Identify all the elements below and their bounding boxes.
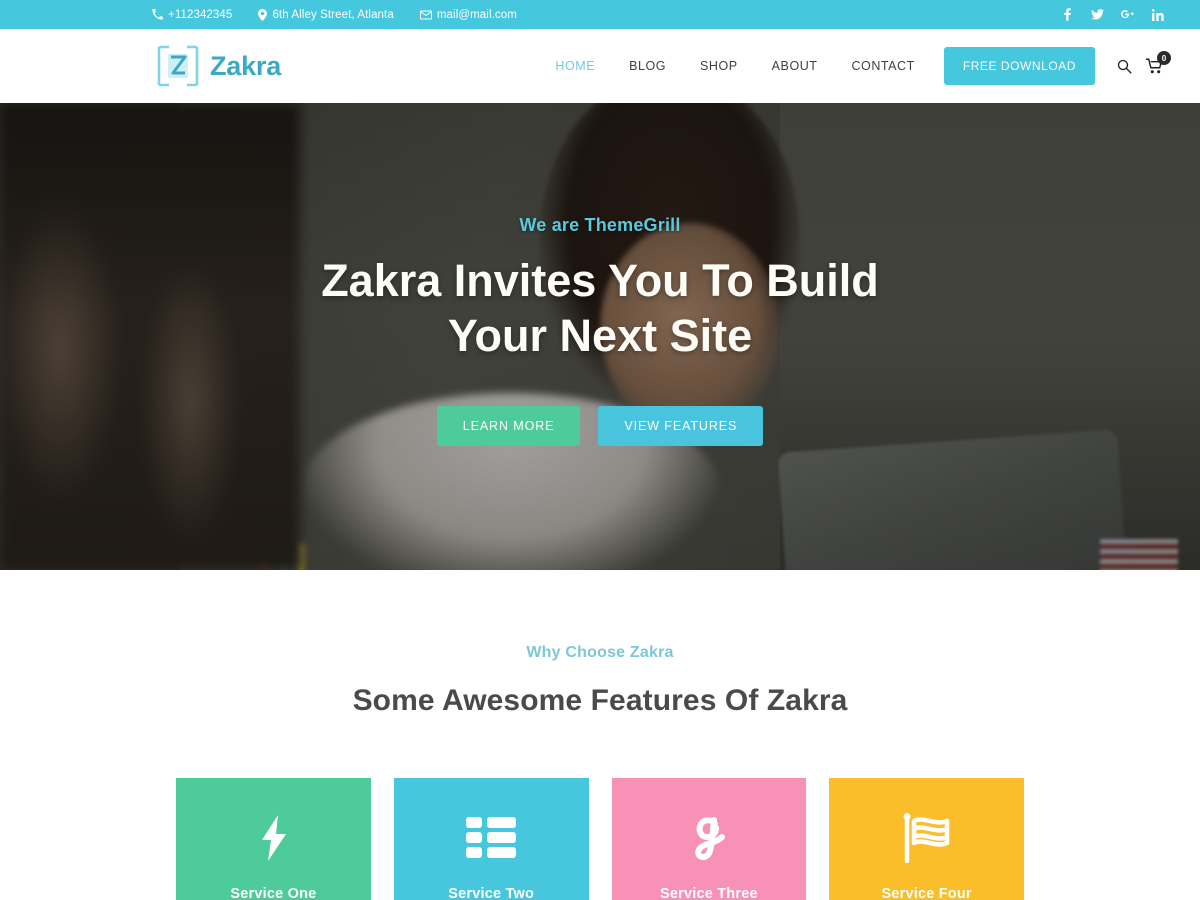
hero-title: Zakra Invites You To Build Your Next Sit…: [321, 255, 879, 361]
phone-icon: [152, 9, 163, 20]
free-download-button[interactable]: FREE DOWNLOAD: [943, 47, 1095, 85]
top-bar: +112342345 6th Alley Street, Atlanta mai…: [0, 0, 1200, 29]
hero-eyebrow: We are ThemeGrill: [519, 215, 681, 235]
top-bar-contact-group: +112342345 6th Alley Street, Atlanta mai…: [152, 8, 517, 21]
nav-item-home[interactable]: HOME: [538, 59, 612, 73]
list-icon: [466, 812, 517, 864]
view-features-button[interactable]: VIEW FEATURES: [598, 405, 764, 446]
phone-contact[interactable]: +112342345: [152, 9, 232, 21]
script-g-icon: [688, 812, 730, 864]
hero-section: We are ThemeGrill Zakra Invites You To B…: [0, 103, 1200, 570]
header-utility-icons: 0: [1117, 51, 1171, 74]
nav-item-contact[interactable]: CONTACT: [834, 59, 931, 73]
email-text: mail@mail.com: [436, 8, 517, 21]
zakra-logo-icon: [155, 43, 201, 89]
google-plus-icon[interactable]: [1121, 8, 1134, 21]
location-pin-icon: [258, 8, 268, 21]
site-logo[interactable]: Zakra: [155, 43, 281, 89]
search-icon[interactable]: [1117, 59, 1132, 74]
hero-content: We are ThemeGrill Zakra Invites You To B…: [0, 103, 1200, 570]
service-card-two[interactable]: Service Two: [393, 778, 589, 900]
logo-text: Zakra: [210, 50, 282, 81]
facebook-icon[interactable]: [1061, 8, 1074, 21]
address-contact[interactable]: 6th Alley Street, Atlanta: [258, 8, 394, 21]
twitter-icon[interactable]: [1091, 8, 1104, 21]
hero-button-group: LEARN MORE VIEW FEATURES: [436, 405, 764, 446]
address-text: 6th Alley Street, Atlanta: [272, 8, 394, 21]
site-header: Zakra HOME BLOG SHOP ABOUT CONTACT FREE …: [0, 29, 1200, 103]
service-card-four-label: Service Four: [881, 886, 972, 900]
learn-more-button[interactable]: LEARN MORE: [436, 405, 581, 446]
nav-item-about[interactable]: ABOUT: [755, 59, 835, 73]
cart-icon[interactable]: 0: [1146, 51, 1171, 74]
service-card-three-label: Service Three: [660, 886, 758, 900]
nav-item-shop[interactable]: SHOP: [683, 59, 755, 73]
service-card-two-label: Service Two: [448, 886, 534, 900]
nav-item-blog[interactable]: BLOG: [612, 59, 683, 73]
social-links: [1061, 8, 1164, 21]
envelope-icon: [419, 10, 432, 20]
features-title: Some Awesome Features Of Zakra: [352, 684, 848, 717]
bolt-icon: [258, 812, 288, 864]
service-card-grid: Service One Service Two Service Three Se…: [0, 778, 1200, 900]
features-eyebrow: Why Choose Zakra: [526, 644, 674, 661]
flag-icon: [901, 812, 953, 864]
service-card-one-label: Service One: [230, 886, 317, 900]
phone-number: +112342345: [168, 8, 233, 21]
cart-count-badge: 0: [1157, 51, 1171, 65]
features-section: Why Choose Zakra Some Awesome Features O…: [0, 570, 1200, 900]
linkedin-icon[interactable]: [1151, 8, 1164, 21]
main-navigation: HOME BLOG SHOP ABOUT CONTACT FREE DOWNLO…: [538, 47, 1171, 85]
service-card-three[interactable]: Service Three: [611, 778, 807, 900]
service-card-one[interactable]: Service One: [176, 778, 371, 900]
email-contact[interactable]: mail@mail.com: [419, 8, 517, 21]
service-card-four[interactable]: Service Four: [829, 778, 1024, 900]
